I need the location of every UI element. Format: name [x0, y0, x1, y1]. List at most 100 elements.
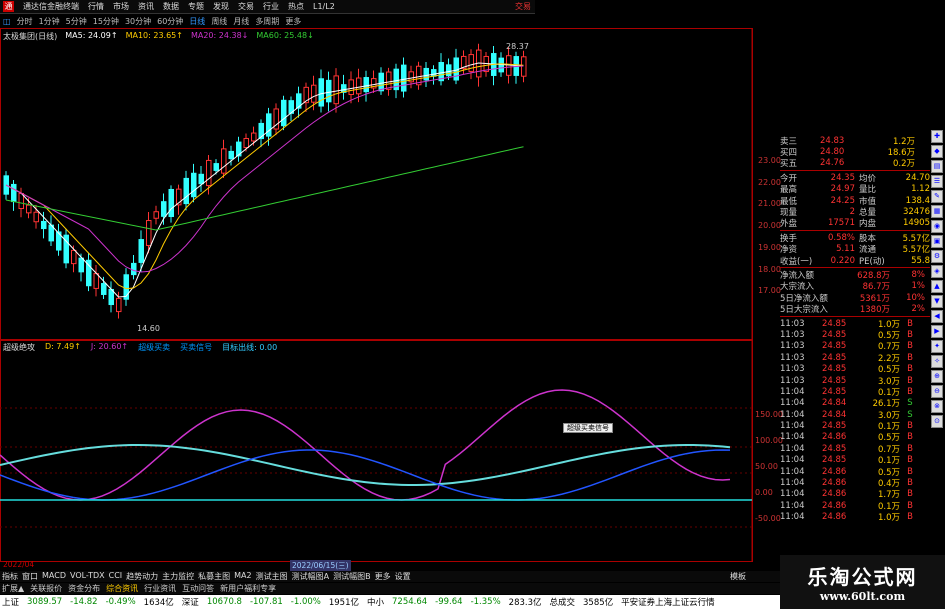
- tool-icon[interactable]: ◈: [931, 265, 943, 278]
- index-name[interactable]: 深证: [182, 596, 199, 608]
- tick-volume: 0.5万: [877, 365, 900, 376]
- menu-item-faxian[interactable]: 发现: [213, 1, 229, 12]
- stat-value: 5.57亿: [902, 233, 930, 244]
- stat-value: 2: [849, 207, 855, 218]
- menu-item-hangqing[interactable]: 行情: [88, 1, 104, 12]
- tool-icon[interactable]: ⊖: [931, 385, 943, 398]
- period-tab[interactable]: 60分钟: [157, 16, 183, 27]
- extra-tab[interactable]: 新用户福利专享: [220, 583, 276, 594]
- indicator-tab[interactable]: VOL-TDX: [70, 571, 105, 582]
- tool-icon[interactable]: ▶: [931, 325, 943, 338]
- tool-icon[interactable]: ◆: [931, 145, 943, 158]
- tick-price: 24.85: [822, 455, 847, 466]
- tool-icon[interactable]: ▤: [931, 160, 943, 173]
- indicator-tab[interactable]: MACD: [42, 571, 66, 582]
- menu-item-jiaoyi[interactable]: 交易: [238, 1, 254, 12]
- tool-icon[interactable]: ⚙: [931, 250, 943, 263]
- indicator-tab[interactable]: 测试幅图B: [333, 571, 371, 582]
- tool-icon[interactable]: ⊙: [931, 415, 943, 428]
- period-tab[interactable]: 多周期: [255, 16, 279, 27]
- indicator-tab[interactable]: 测试主图: [256, 571, 288, 582]
- indicator-tab[interactable]: 设置: [395, 571, 411, 582]
- period-tab[interactable]: 月线: [233, 16, 249, 27]
- tick-volume: 0.5万: [877, 433, 900, 444]
- indicator-tab[interactable]: 更多: [375, 571, 391, 582]
- index-name[interactable]: 上证: [2, 596, 19, 608]
- quote-row: 卖三 24.83 1.2万: [780, 135, 930, 147]
- extra-tab[interactable]: 行业资讯: [144, 583, 176, 594]
- tick-direction: B: [907, 364, 913, 375]
- tick-direction: B: [907, 318, 913, 329]
- tick-row: 11:03 24.85 0.5万 B: [780, 329, 930, 341]
- menu-item-redian[interactable]: 热点: [288, 1, 304, 12]
- tool-icon[interactable]: ⊕: [931, 370, 943, 383]
- tool-icon[interactable]: ✚: [931, 130, 943, 143]
- stat-key: 内盘: [859, 219, 877, 230]
- extra-tab[interactable]: 互动问答: [182, 583, 214, 594]
- tick-volume: 26.1万: [872, 399, 900, 410]
- indicator-name[interactable]: 超级绝攻: [3, 342, 35, 353]
- period-tab[interactable]: 1分钟: [39, 16, 60, 27]
- candle: [243, 137, 249, 149]
- tool-icon[interactable]: ◀: [931, 310, 943, 323]
- candle: [161, 201, 167, 217]
- tool-icon[interactable]: ▼: [931, 295, 943, 308]
- trade-button[interactable]: 交易: [515, 1, 535, 12]
- period-tab-more[interactable]: 更多: [285, 16, 301, 27]
- index-name[interactable]: 中小: [367, 596, 384, 608]
- period-tab[interactable]: 周线: [211, 16, 227, 27]
- menu-item-zixun[interactable]: 资讯: [138, 1, 154, 12]
- menu-item-shuju[interactable]: 数据: [163, 1, 179, 12]
- index-change: -99.64: [435, 597, 463, 607]
- indicator-tab[interactable]: 私募主图: [198, 571, 230, 582]
- indicator-tab[interactable]: 窗口: [22, 571, 38, 582]
- indicator-tab[interactable]: 主力监控: [162, 571, 194, 582]
- period-tab[interactable]: 5分钟: [66, 16, 87, 27]
- tool-icon[interactable]: ▦: [931, 205, 943, 218]
- indicator-tab[interactable]: 趋势动力: [126, 571, 158, 582]
- extra-tab[interactable]: 综合资讯: [106, 583, 138, 594]
- tool-icon[interactable]: ✦: [931, 340, 943, 353]
- tick-time: 11:04: [780, 455, 805, 466]
- tick-price: 24.85: [822, 352, 847, 363]
- tool-icon[interactable]: ▲: [931, 280, 943, 293]
- layout-icon[interactable]: ◫: [3, 17, 11, 26]
- menu-item-zhuanti[interactable]: 专题: [188, 1, 204, 12]
- quote-panel: 卖三 24.83 1.2万 买四 24.80 18.6万 买五 24.76 0.2万 今开 24.…: [780, 135, 930, 575]
- tool-icon[interactable]: ⊗: [931, 400, 943, 413]
- extra-tab[interactable]: 关联报价: [30, 583, 62, 594]
- stat-value: 24.70: [905, 172, 930, 183]
- ma20-value: MA20: 24.38↓: [190, 31, 249, 40]
- tool-icon[interactable]: ▣: [931, 235, 943, 248]
- period-tab-daily[interactable]: 日线: [189, 16, 205, 27]
- candle: [206, 159, 212, 187]
- tool-icon[interactable]: ✎: [931, 190, 943, 203]
- menu-item-hangye[interactable]: 行业: [263, 1, 279, 12]
- low-price-label: 14.60: [137, 324, 160, 333]
- indicator-tab[interactable]: 测试幅图A: [292, 571, 329, 582]
- candle: [401, 64, 407, 92]
- tick-time: 11:03: [780, 318, 805, 329]
- tool-icon[interactable]: ◉: [931, 220, 943, 233]
- period-tab[interactable]: 30分钟: [125, 16, 151, 27]
- menu-item-l1l2[interactable]: L1/L2: [313, 2, 335, 11]
- tick-direction: B: [907, 375, 913, 386]
- indicator-tab[interactable]: 指标: [2, 571, 18, 582]
- tool-icon[interactable]: ☰: [931, 175, 943, 188]
- menu-item-shichang[interactable]: 市场: [113, 1, 129, 12]
- template-label[interactable]: 模板: [730, 571, 746, 582]
- price-tick: 21.00: [758, 199, 781, 209]
- tick-row: 11:04 24.84 26.1万 S: [780, 398, 930, 409]
- extra-tab[interactable]: 扩展▲: [2, 583, 24, 594]
- period-tab[interactable]: 分时: [17, 16, 33, 27]
- period-tab[interactable]: 15分钟: [93, 16, 119, 27]
- extra-tab[interactable]: 资金分布: [68, 583, 100, 594]
- side-toolbar: ✚ ◆ ▤ ☰ ✎ ▦ ◉ ▣ ⚙ ◈ ▲ ▼ ◀ ▶ ✦ ✧ ⊕ ⊖ ⊗ ⊙: [931, 130, 945, 460]
- index-pct: -1.00%: [290, 597, 321, 607]
- indicator-tab[interactable]: MA2: [234, 571, 251, 582]
- indicator-tab[interactable]: CCI: [109, 571, 123, 582]
- tick-time: 11:04: [780, 512, 805, 523]
- tool-icon[interactable]: ✧: [931, 355, 943, 368]
- stat-row: 现量 2 总量 32476: [780, 206, 930, 218]
- signal-tooltip: 超级买卖信号: [563, 423, 613, 433]
